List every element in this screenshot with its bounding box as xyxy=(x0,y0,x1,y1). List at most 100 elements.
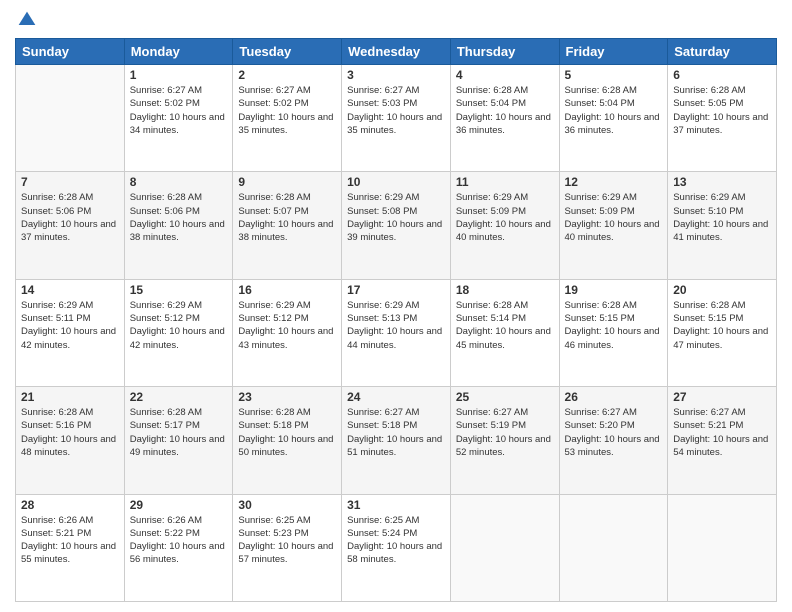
column-header-thursday: Thursday xyxy=(450,39,559,65)
day-info: Sunrise: 6:27 AMSunset: 5:02 PMDaylight:… xyxy=(130,84,228,137)
day-number: 6 xyxy=(673,68,771,82)
day-number: 22 xyxy=(130,390,228,404)
column-header-tuesday: Tuesday xyxy=(233,39,342,65)
day-number: 5 xyxy=(565,68,663,82)
calendar-week-row: 1 Sunrise: 6:27 AMSunset: 5:02 PMDaylight… xyxy=(16,65,777,172)
calendar-cell: 23 Sunrise: 6:28 AMSunset: 5:18 PMDayligh… xyxy=(233,387,342,494)
day-number: 20 xyxy=(673,283,771,297)
column-header-sunday: Sunday xyxy=(16,39,125,65)
day-info: Sunrise: 6:27 AMSunset: 5:18 PMDaylight:… xyxy=(347,406,445,459)
calendar-cell: 5 Sunrise: 6:28 AMSunset: 5:04 PMDaylight… xyxy=(559,65,668,172)
day-info: Sunrise: 6:29 AMSunset: 5:12 PMDaylight:… xyxy=(130,299,228,352)
calendar-cell: 3 Sunrise: 6:27 AMSunset: 5:03 PMDaylight… xyxy=(342,65,451,172)
day-number: 16 xyxy=(238,283,336,297)
day-info: Sunrise: 6:29 AMSunset: 5:08 PMDaylight:… xyxy=(347,191,445,244)
day-info: Sunrise: 6:29 AMSunset: 5:10 PMDaylight:… xyxy=(673,191,771,244)
day-info: Sunrise: 6:27 AMSunset: 5:19 PMDaylight:… xyxy=(456,406,554,459)
day-info: Sunrise: 6:27 AMSunset: 5:03 PMDaylight:… xyxy=(347,84,445,137)
day-info: Sunrise: 6:26 AMSunset: 5:22 PMDaylight:… xyxy=(130,514,228,567)
calendar-cell: 19 Sunrise: 6:28 AMSunset: 5:15 PMDayligh… xyxy=(559,279,668,386)
day-info: Sunrise: 6:28 AMSunset: 5:17 PMDaylight:… xyxy=(130,406,228,459)
calendar-cell: 2Sunrise: 6:27 AMSunset: 5:02 PMDaylight… xyxy=(233,65,342,172)
day-info: Sunrise: 6:25 AMSunset: 5:24 PMDaylight:… xyxy=(347,514,445,567)
calendar-cell: 22 Sunrise: 6:28 AMSunset: 5:17 PMDayligh… xyxy=(124,387,233,494)
day-number: 31 xyxy=(347,498,445,512)
calendar-cell: 8 Sunrise: 6:28 AMSunset: 5:06 PMDaylight… xyxy=(124,172,233,279)
calendar-cell: 18 Sunrise: 6:28 AMSunset: 5:14 PMDayligh… xyxy=(450,279,559,386)
day-number: 26 xyxy=(565,390,663,404)
day-number: 21 xyxy=(21,390,119,404)
calendar-cell: 15 Sunrise: 6:29 AMSunset: 5:12 PMDayligh… xyxy=(124,279,233,386)
day-info: Sunrise: 6:28 AMSunset: 5:06 PMDaylight:… xyxy=(130,191,228,244)
day-info: Sunrise: 6:25 AMSunset: 5:23 PMDaylight:… xyxy=(238,514,336,567)
logo-icon xyxy=(17,10,37,30)
day-number: 17 xyxy=(347,283,445,297)
calendar-cell xyxy=(668,494,777,601)
day-number: 25 xyxy=(456,390,554,404)
calendar-cell: 29 Sunrise: 6:26 AMSunset: 5:22 PMDayligh… xyxy=(124,494,233,601)
calendar-header-row: SundayMondayTuesdayWednesdayThursdayFrid… xyxy=(16,39,777,65)
day-number: 13 xyxy=(673,175,771,189)
day-number: 3 xyxy=(347,68,445,82)
column-header-saturday: Saturday xyxy=(668,39,777,65)
page: SundayMondayTuesdayWednesdayThursdayFrid… xyxy=(0,0,792,612)
logo xyxy=(15,10,37,30)
day-number: 18 xyxy=(456,283,554,297)
day-number: 15 xyxy=(130,283,228,297)
calendar-cell: 24 Sunrise: 6:27 AMSunset: 5:18 PMDayligh… xyxy=(342,387,451,494)
day-number: 4 xyxy=(456,68,554,82)
day-number: 12 xyxy=(565,175,663,189)
day-number: 19 xyxy=(565,283,663,297)
calendar-cell: 20Sunrise: 6:28 AMSunset: 5:15 PMDayligh… xyxy=(668,279,777,386)
calendar-cell: 12 Sunrise: 6:29 AMSunset: 5:09 PMDayligh… xyxy=(559,172,668,279)
day-info: Sunrise: 6:29 AMSunset: 5:09 PMDaylight:… xyxy=(565,191,663,244)
day-number: 28 xyxy=(21,498,119,512)
day-info: Sunrise: 6:29 AMSunset: 5:12 PMDaylight:… xyxy=(238,299,336,352)
calendar-cell: 31 Sunrise: 6:25 AMSunset: 5:24 PMDayligh… xyxy=(342,494,451,601)
day-number: 2 xyxy=(238,68,336,82)
day-info: Sunrise: 6:29 AMSunset: 5:13 PMDaylight:… xyxy=(347,299,445,352)
day-number: 23 xyxy=(238,390,336,404)
day-info: Sunrise: 6:28 AMSunset: 5:04 PMDaylight:… xyxy=(565,84,663,137)
calendar-table: SundayMondayTuesdayWednesdayThursdayFrid… xyxy=(15,38,777,602)
calendar-cell: 7Sunrise: 6:28 AMSunset: 5:06 PMDaylight… xyxy=(16,172,125,279)
calendar-cell: 6 Sunrise: 6:28 AMSunset: 5:05 PMDaylight… xyxy=(668,65,777,172)
day-info: Sunrise: 6:28 AMSunset: 5:14 PMDaylight:… xyxy=(456,299,554,352)
calendar-cell xyxy=(450,494,559,601)
calendar-cell xyxy=(16,65,125,172)
day-info: Sunrise: 6:27 AMSunset: 5:20 PMDaylight:… xyxy=(565,406,663,459)
day-info: Sunrise: 6:28 AMSunset: 5:16 PMDaylight:… xyxy=(21,406,119,459)
day-number: 1 xyxy=(130,68,228,82)
calendar-cell: 26 Sunrise: 6:27 AMSunset: 5:20 PMDayligh… xyxy=(559,387,668,494)
column-header-monday: Monday xyxy=(124,39,233,65)
calendar-cell: 10Sunrise: 6:29 AMSunset: 5:08 PMDayligh… xyxy=(342,172,451,279)
calendar-cell: 4 Sunrise: 6:28 AMSunset: 5:04 PMDaylight… xyxy=(450,65,559,172)
day-info: Sunrise: 6:29 AMSunset: 5:11 PMDaylight:… xyxy=(21,299,119,352)
column-header-wednesday: Wednesday xyxy=(342,39,451,65)
day-number: 11 xyxy=(456,175,554,189)
day-info: Sunrise: 6:26 AMSunset: 5:21 PMDaylight:… xyxy=(21,514,119,567)
day-number: 9 xyxy=(238,175,336,189)
calendar-cell: 30Sunrise: 6:25 AMSunset: 5:23 PMDayligh… xyxy=(233,494,342,601)
calendar-week-row: 21 Sunrise: 6:28 AMSunset: 5:16 PMDayligh… xyxy=(16,387,777,494)
calendar-cell: 13 Sunrise: 6:29 AMSunset: 5:10 PMDayligh… xyxy=(668,172,777,279)
day-info: Sunrise: 6:29 AMSunset: 5:09 PMDaylight:… xyxy=(456,191,554,244)
calendar-cell: 17 Sunrise: 6:29 AMSunset: 5:13 PMDayligh… xyxy=(342,279,451,386)
calendar-cell: 9 Sunrise: 6:28 AMSunset: 5:07 PMDaylight… xyxy=(233,172,342,279)
calendar-week-row: 7Sunrise: 6:28 AMSunset: 5:06 PMDaylight… xyxy=(16,172,777,279)
day-number: 29 xyxy=(130,498,228,512)
calendar-cell: 25 Sunrise: 6:27 AMSunset: 5:19 PMDayligh… xyxy=(450,387,559,494)
day-number: 8 xyxy=(130,175,228,189)
day-number: 24 xyxy=(347,390,445,404)
calendar-week-row: 28 Sunrise: 6:26 AMSunset: 5:21 PMDayligh… xyxy=(16,494,777,601)
day-info: Sunrise: 6:28 AMSunset: 5:04 PMDaylight:… xyxy=(456,84,554,137)
calendar-cell: 11 Sunrise: 6:29 AMSunset: 5:09 PMDayligh… xyxy=(450,172,559,279)
calendar-cell: 14Sunrise: 6:29 AMSunset: 5:11 PMDayligh… xyxy=(16,279,125,386)
calendar-cell xyxy=(559,494,668,601)
calendar-cell: 1 Sunrise: 6:27 AMSunset: 5:02 PMDaylight… xyxy=(124,65,233,172)
day-info: Sunrise: 6:28 AMSunset: 5:05 PMDaylight:… xyxy=(673,84,771,137)
day-info: Sunrise: 6:28 AMSunset: 5:18 PMDaylight:… xyxy=(238,406,336,459)
day-info: Sunrise: 6:28 AMSunset: 5:15 PMDaylight:… xyxy=(565,299,663,352)
calendar-cell: 27Sunrise: 6:27 AMSunset: 5:21 PMDayligh… xyxy=(668,387,777,494)
day-info: Sunrise: 6:28 AMSunset: 5:07 PMDaylight:… xyxy=(238,191,336,244)
